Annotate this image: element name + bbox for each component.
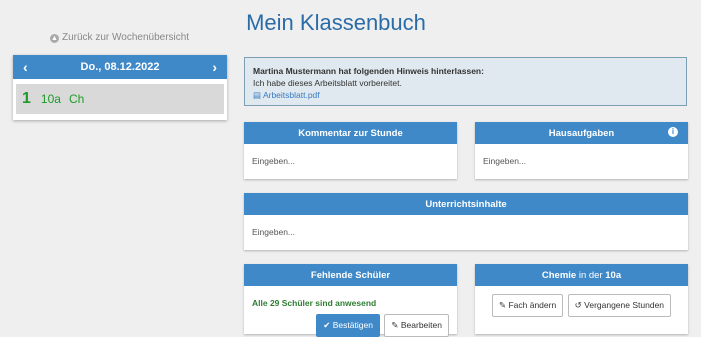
subject-panel: Chemie in der 10a ✎ Fach ändern ↺ Vergan… — [475, 264, 688, 334]
notice-file-label: Arbeitsblatt.pdf — [262, 90, 320, 100]
day-header: ‹ Do., 08.12.2022 › — [13, 55, 227, 79]
past-lessons-button[interactable]: ↺ Vergangene Stunden — [567, 294, 672, 317]
content-input[interactable]: Eingeben... — [244, 215, 688, 249]
homework-panel: Hausaufgaben i Eingeben... — [475, 122, 688, 179]
homework-header: Hausaufgaben i — [475, 122, 688, 144]
day-card: ‹ Do., 08.12.2022 › 1 10a Ch — [13, 55, 227, 120]
comment-input[interactable]: Eingeben... — [244, 144, 457, 178]
lesson-number: 1 — [22, 90, 31, 107]
missing-panel: Fehlende Schüler Alle 29 Schüler sind an… — [244, 264, 457, 337]
notice-head: Martina Mustermann hat folgenden Hinweis… — [253, 66, 484, 76]
chevron-left-icon[interactable]: ‹ — [23, 59, 28, 75]
day-date: Do., 08.12.2022 — [80, 61, 160, 73]
pencil-icon: ✎ — [498, 300, 507, 310]
change-subject-button[interactable]: ✎ Fach ändern — [491, 294, 564, 317]
past-lessons-label: Vergangene Stunden — [584, 300, 665, 310]
comment-title: Kommentar zur Stunde — [244, 122, 457, 144]
comment-panel: Kommentar zur Stunde Eingeben... — [244, 122, 457, 179]
content-panel: Unterrichtsinhalte Eingeben... — [244, 193, 688, 250]
lesson-row[interactable]: 1 10a Ch — [16, 84, 224, 114]
chevron-right-icon[interactable]: › — [212, 59, 217, 75]
back-link-label: Zurück zur Wochenübersicht — [62, 32, 190, 43]
teacher-notice: Martina Mustermann hat folgenden Hinweis… — [244, 57, 687, 106]
file-pdf-icon: ▤ — [253, 90, 262, 100]
notice-text: Ich habe dieses Arbeitsblatt vorbereitet… — [253, 78, 402, 88]
content-title: Unterrichtsinhalte — [244, 193, 688, 215]
back-to-week-link[interactable]: ▲ Zurück zur Wochenübersicht — [50, 32, 189, 43]
subject-in-the: in der — [578, 269, 603, 281]
change-subject-label: Fach ändern — [508, 300, 557, 310]
arrow-up-circle-icon: ▲ — [50, 34, 59, 43]
info-icon[interactable]: i — [668, 127, 678, 137]
history-icon: ↺ — [574, 300, 582, 310]
subject-class: 10a — [605, 269, 622, 281]
subject-name: Chemie — [541, 269, 577, 281]
edit-button[interactable]: ✎ Bearbeiten — [384, 314, 449, 337]
homework-input[interactable]: Eingeben... — [475, 144, 688, 178]
homework-title: Hausaufgaben — [548, 127, 615, 139]
confirm-button[interactable]: ✔ Bestätigen — [316, 314, 380, 337]
notice-file-link[interactable]: ▤ Arbeitsblatt.pdf — [253, 89, 678, 101]
lesson-subject: Ch — [68, 92, 85, 106]
subject-header: Chemie in der 10a — [475, 264, 688, 286]
lesson-class: 10a — [40, 92, 61, 106]
missing-status: Alle 29 Schüler sind anwesend — [252, 298, 377, 308]
missing-title: Fehlende Schüler — [244, 264, 457, 286]
